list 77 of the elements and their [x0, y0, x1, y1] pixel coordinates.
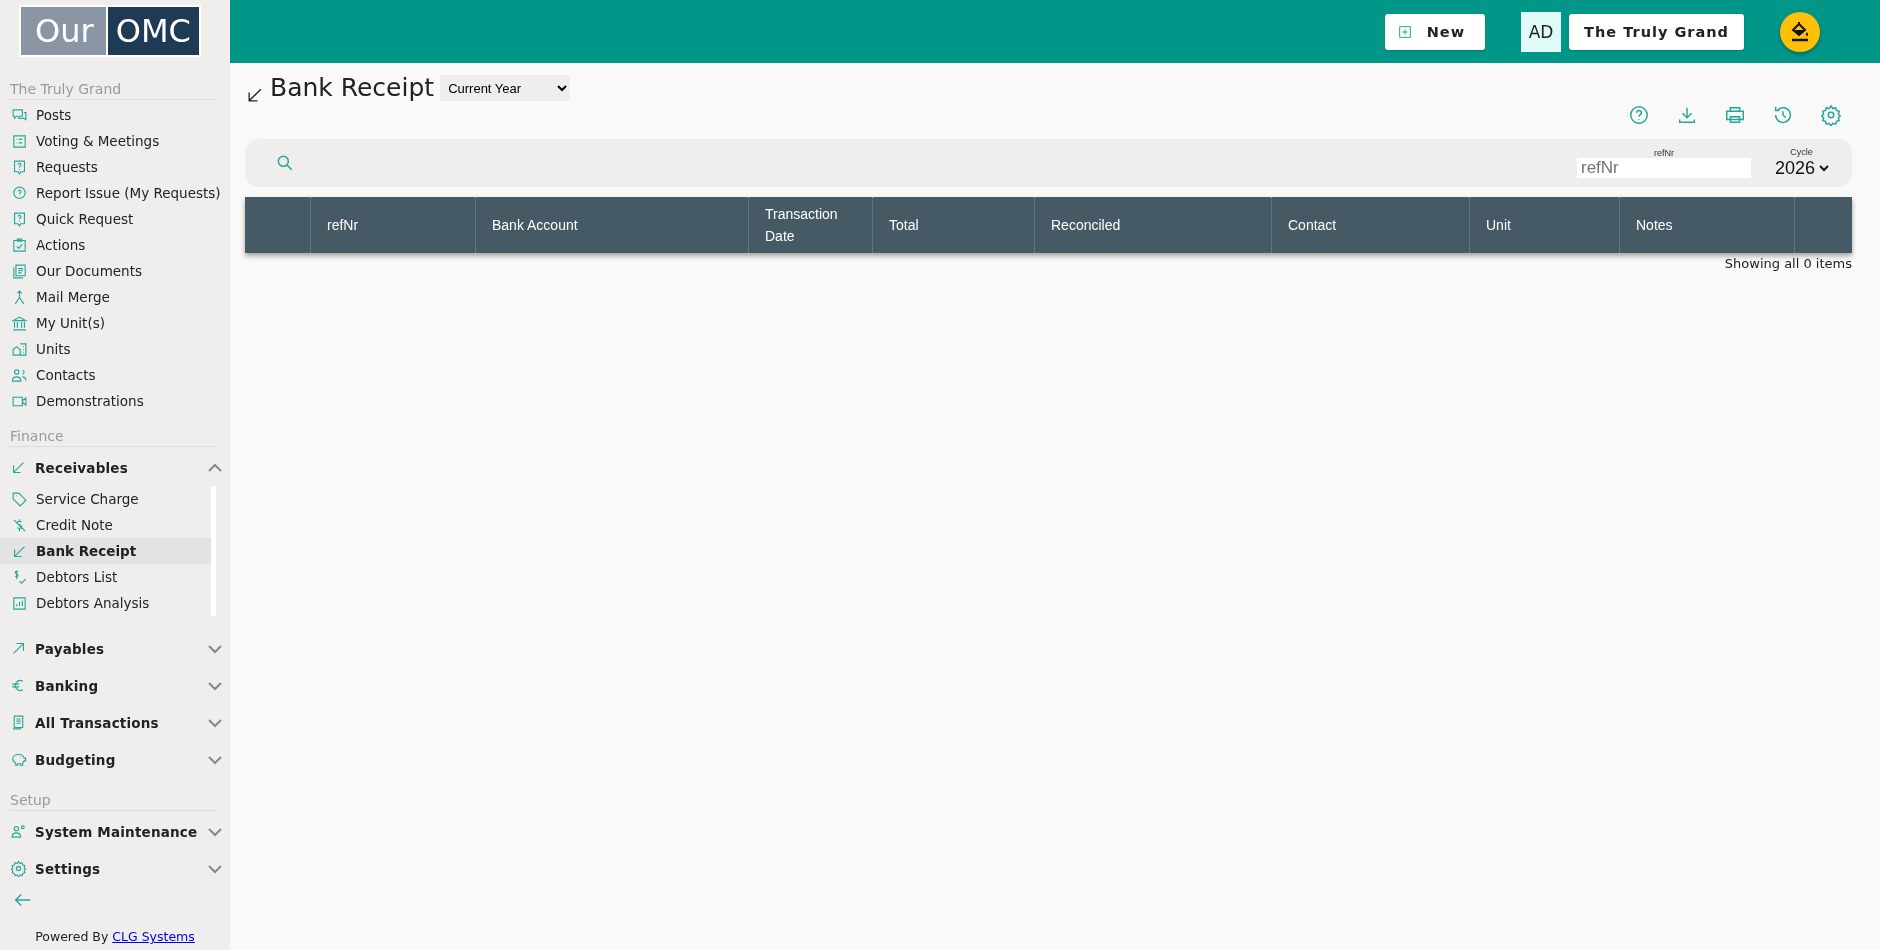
footer-link[interactable]: CLG Systems — [112, 929, 195, 944]
field-label: Cycle — [1790, 147, 1813, 157]
field-label: refNr — [1654, 148, 1674, 158]
period-dropdown[interactable]: Current Year — [440, 75, 571, 101]
column-header[interactable]: Notes — [1619, 197, 1794, 253]
property-button[interactable]: The Truly Grand — [1569, 13, 1744, 50]
column-header[interactable]: Transaction Date — [748, 197, 872, 253]
section-heading: Finance — [10, 428, 218, 447]
piggy-bank-icon — [10, 751, 27, 768]
nav-item[interactable]: Contacts — [0, 362, 230, 388]
checkbox-icon — [11, 236, 28, 254]
bank-icon — [11, 314, 28, 332]
chevron-down-icon — [208, 681, 222, 690]
nav-item[interactable]: Bank Receipt — [0, 538, 211, 564]
document-icon — [11, 262, 28, 280]
person-gear-icon — [10, 823, 27, 840]
avatar[interactable]: AD — [1521, 11, 1562, 52]
column-header[interactable]: Reconciled — [1034, 197, 1271, 253]
nav-item[interactable]: Debtors List — [0, 564, 211, 590]
nav-group[interactable]: Settings — [10, 850, 230, 887]
column-header[interactable]: refNr — [310, 197, 475, 253]
page-title: Bank Receipt — [270, 73, 435, 102]
question-icon — [11, 158, 28, 176]
logo-word: Our — [21, 7, 108, 55]
people-icon — [11, 366, 28, 384]
nav-item[interactable]: Mail Merge — [0, 284, 230, 310]
chevron-down-icon — [208, 827, 222, 836]
chevron-down-icon — [208, 644, 222, 653]
nav-item[interactable]: Actions — [0, 232, 230, 258]
nav-group[interactable]: All Transactions — [10, 704, 230, 741]
section-heading: The Truly Grand — [10, 81, 218, 100]
nav-group[interactable]: Budgeting — [10, 741, 230, 778]
nav-item[interactable]: Our Documents — [0, 258, 230, 284]
print-icon[interactable] — [1724, 104, 1746, 126]
new-button[interactable]: New — [1384, 13, 1486, 50]
chevron-down-icon — [208, 864, 222, 873]
nav-item[interactable]: Credit Note — [0, 512, 211, 538]
nav-item[interactable]: Quick Request — [0, 206, 230, 232]
nav-group[interactable]: System Maintenance — [10, 813, 230, 850]
ref-input-field[interactable]: refNr — [1577, 158, 1751, 178]
chevron-down-icon — [208, 718, 222, 727]
nav-item[interactable]: My Unit(s) — [0, 310, 230, 336]
building-icon — [11, 340, 28, 358]
question-icon — [11, 210, 28, 228]
list-icon — [11, 132, 28, 150]
logo-word: OMC — [107, 7, 199, 55]
nav-group[interactable]: Receivables — [10, 449, 230, 486]
chat-icon — [11, 106, 28, 124]
help-icon[interactable] — [1628, 104, 1650, 126]
section-heading: Setup — [10, 792, 218, 811]
cycle-dropdown[interactable]: 2026 — [1771, 157, 1832, 179]
theme-button[interactable] — [1780, 11, 1820, 52]
footer-text: Powered By — [35, 929, 109, 944]
nav-item[interactable]: Units — [0, 336, 230, 362]
nav-item[interactable]: Report Issue (My Requests) — [0, 180, 230, 206]
nav-item[interactable]: Debtors Analysis — [0, 590, 211, 616]
nav-group[interactable]: Banking — [10, 667, 230, 704]
settings-icon[interactable] — [1820, 104, 1842, 126]
nav-group[interactable]: Payables — [10, 630, 230, 667]
tag-icon — [11, 490, 28, 508]
nav-item[interactable]: Requests — [0, 154, 230, 180]
column-header[interactable]: Bank Account — [475, 197, 748, 253]
chevron-up-icon — [208, 463, 222, 472]
history-icon[interactable] — [1772, 104, 1794, 126]
item-count: Showing all 0 items — [1723, 256, 1852, 271]
bar-chart-icon — [11, 594, 28, 612]
column-header[interactable]: Total — [872, 197, 1034, 253]
column-header[interactable]: Unit — [1469, 197, 1619, 253]
dollar-off-icon — [11, 516, 28, 534]
nav-item[interactable]: Service Charge — [0, 486, 211, 512]
search-icon[interactable] — [275, 153, 295, 173]
chevron-down-icon — [208, 755, 222, 764]
nav-item[interactable]: Posts — [0, 102, 230, 128]
gear-icon — [10, 860, 27, 877]
nav-item[interactable]: Demonstrations — [0, 388, 230, 414]
column-header[interactable]: Contact — [1271, 197, 1469, 253]
nav-item[interactable]: Voting & Meetings — [0, 128, 230, 154]
